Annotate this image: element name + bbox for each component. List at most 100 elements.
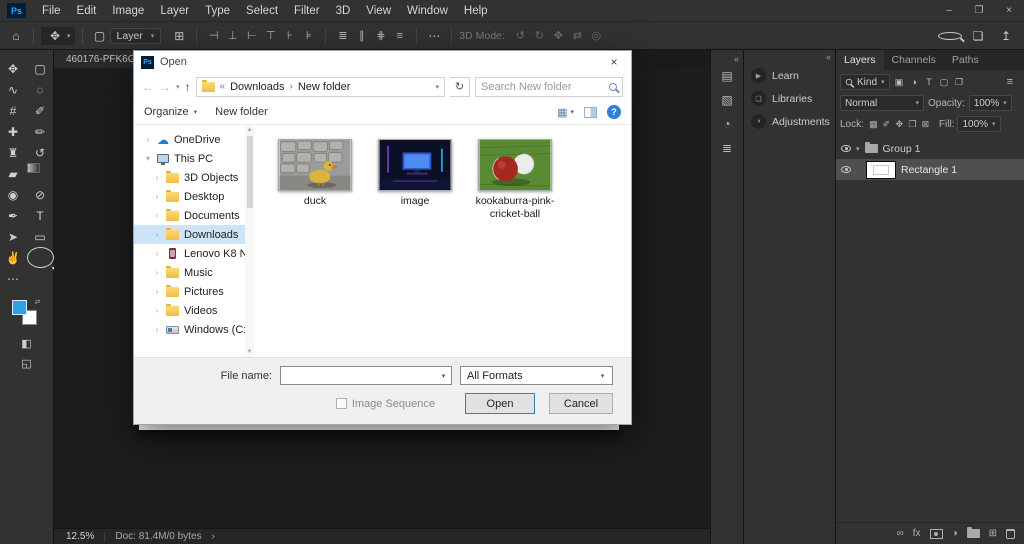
panel-item-libraries[interactable]: ❏ Libraries (744, 87, 835, 110)
zoom-level[interactable]: 12.5% (66, 531, 94, 542)
menu-filter[interactable]: Filter (286, 5, 328, 17)
rectangle-tool[interactable]: ▭ (27, 226, 54, 247)
refresh-icon[interactable]: ↻ (450, 77, 470, 97)
dialog-title-bar[interactable]: Ps Open × (134, 51, 631, 73)
expand-chevron-icon[interactable]: › (144, 135, 152, 144)
file-item-image[interactable]: image (372, 139, 458, 208)
nav-item-onedrive[interactable]: ›☁OneDrive (134, 130, 254, 149)
panel-menu-icon[interactable]: ≡ (1000, 76, 1020, 88)
color-swatches[interactable]: ⇄ (11, 299, 43, 329)
breadcrumb-prefix[interactable]: « (220, 81, 226, 92)
eyedropper-tool[interactable]: ✐ (27, 100, 54, 121)
tab-paths[interactable]: Paths (944, 50, 987, 70)
expand-chevron-icon[interactable]: ▾ (144, 154, 152, 163)
expand-chevron-icon[interactable]: › (153, 268, 161, 277)
file-item-duck[interactable]: duck (272, 139, 358, 208)
file-name-input[interactable] (281, 370, 436, 382)
align-center-v-icon[interactable]: ⊦ (280, 29, 299, 42)
expand-chevron-icon[interactable]: › (153, 306, 161, 315)
align-left-icon[interactable]: ⊣ (204, 29, 223, 42)
menu-select[interactable]: Select (238, 5, 286, 17)
docked-panel-icon-1[interactable]: ▤ (715, 64, 739, 88)
panel-item-adjustments[interactable]: ◑ Adjustments (744, 110, 835, 133)
open-button[interactable]: Open (465, 393, 535, 414)
swap-colors-icon[interactable]: ⇄ (35, 299, 43, 307)
expand-chevron-icon[interactable]: › (153, 211, 161, 220)
gradient-tool[interactable] (27, 163, 40, 173)
lock-transparent-icon[interactable]: ▦ (867, 119, 880, 130)
lock-all-icon[interactable]: ⊠ (919, 119, 932, 130)
expand-chevron-icon[interactable]: › (153, 249, 161, 258)
organize-button[interactable]: Organize ▾ (144, 106, 197, 118)
more-options-icon[interactable]: ⋯ (424, 29, 444, 43)
align-center-h-icon[interactable]: ⊥ (223, 29, 242, 42)
nav-item-this-pc[interactable]: ▾This PC (134, 149, 254, 168)
filter-smart-objects-icon[interactable]: ❐ (952, 77, 967, 88)
filter-pixel-layers-icon[interactable]: ▣ (892, 77, 907, 88)
file-item-kookaburra[interactable]: kookaburra-pink-cricket-ball (472, 139, 558, 221)
docked-panel-icon-4[interactable]: ≣ (715, 136, 739, 160)
zoom-tool[interactable] (27, 247, 54, 268)
healing-brush-tool[interactable]: ✚ (0, 121, 27, 142)
breadcrumb-new-folder[interactable]: New folder (298, 81, 351, 93)
rectangular-marquee-tool[interactable]: ▢ (27, 58, 54, 79)
dodge-tool[interactable]: ⊘ (27, 184, 54, 205)
distribute-vertical-icon[interactable]: ≣ (333, 29, 352, 42)
share-icon[interactable]: ↥ (994, 29, 1018, 43)
nav-item-3d-objects[interactable]: ›3D Objects (134, 168, 254, 187)
path-selection-tool[interactable]: ➤ (0, 226, 27, 247)
eraser-tool[interactable]: ▰ (0, 163, 27, 184)
menu-window[interactable]: Window (399, 5, 456, 17)
hand-tool[interactable]: ✌ (0, 247, 27, 268)
docked-panel-icon-3[interactable]: ◔ (715, 112, 739, 136)
nav-item-documents[interactable]: ›Documents (134, 206, 254, 225)
delete-layer-icon[interactable] (1006, 529, 1015, 539)
layer-styles-icon[interactable]: fx (913, 528, 921, 539)
filter-kind-dropdown[interactable]: Kind ▾ (840, 74, 890, 90)
menu-edit[interactable]: Edit (69, 5, 105, 17)
type-tool[interactable]: T (27, 205, 54, 226)
tab-channels[interactable]: Channels (884, 50, 944, 70)
layer-row-rectangle[interactable]: Rectangle 1 (836, 159, 1024, 180)
format-dropdown[interactable]: All Formats ▾ (460, 366, 613, 385)
new-layer-icon[interactable]: ⊞ (989, 528, 997, 539)
minimize-button[interactable]: – (934, 5, 964, 16)
lock-artboard-icon[interactable]: ❒ (906, 119, 919, 130)
address-box[interactable]: « Downloads › New folder ▾ (196, 77, 445, 97)
menu-file[interactable]: File (34, 5, 69, 17)
image-sequence-checkbox[interactable] (336, 398, 347, 409)
expand-chevron-icon[interactable]: › (153, 230, 161, 239)
distribute-spacing-icon[interactable]: ⋕ (371, 29, 390, 42)
breadcrumb-downloads[interactable]: Downloads (230, 81, 284, 93)
expand-panels-icon[interactable]: « (734, 54, 743, 64)
blend-mode-dropdown[interactable]: Normal ▾ (840, 95, 924, 111)
quick-mask-button[interactable]: ◧ (21, 333, 31, 353)
visibility-eye-icon[interactable] (841, 145, 851, 152)
layer-mask-icon[interactable] (930, 529, 943, 539)
clone-stamp-tool[interactable]: ♜ (0, 142, 27, 163)
align-bottom-icon[interactable]: ⊧ (299, 29, 318, 42)
panel-item-learn[interactable]: ▶ Learn (744, 64, 835, 87)
filter-type-layers-icon[interactable]: T (922, 77, 937, 88)
move-tool[interactable]: ✥ (0, 58, 27, 79)
lock-pixels-icon[interactable]: ✐ (880, 119, 893, 130)
expand-chevron-icon[interactable]: › (153, 325, 161, 334)
align-top-icon[interactable]: ⊤ (261, 29, 280, 42)
tab-layers[interactable]: Layers (836, 50, 884, 70)
new-group-icon[interactable] (967, 529, 980, 538)
menu-view[interactable]: View (358, 5, 399, 17)
address-dropdown-icon[interactable]: ▾ (435, 83, 439, 91)
collapse-panel-icon[interactable]: « (826, 52, 835, 62)
expand-chevron-icon[interactable]: › (153, 173, 161, 182)
menu-help[interactable]: Help (456, 5, 496, 17)
quick-selection-tool[interactable]: ◌ (27, 79, 54, 100)
nav-item-videos[interactable]: ›Videos (134, 301, 254, 320)
group-expand-chevron-icon[interactable]: ▾ (856, 145, 860, 153)
expand-chevron-icon[interactable]: › (153, 287, 161, 296)
scrollbar-thumb[interactable] (247, 136, 253, 208)
status-expand-icon[interactable]: › (212, 531, 215, 542)
cancel-button[interactable]: Cancel (549, 393, 613, 414)
history-brush-tool[interactable]: ↺ (27, 142, 54, 163)
close-button[interactable]: × (994, 5, 1024, 16)
screen-mode-button[interactable]: ◱ (21, 353, 31, 373)
